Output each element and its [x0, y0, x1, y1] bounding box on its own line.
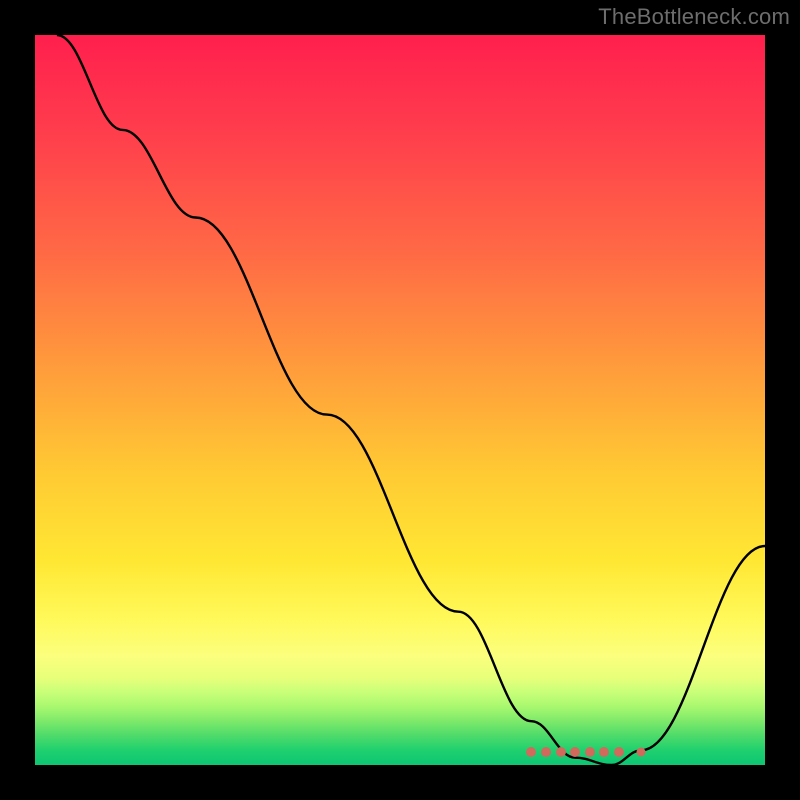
marker-dot: [599, 747, 609, 757]
marker-dot: [585, 747, 595, 757]
marker-dot: [636, 747, 645, 756]
marker-dot: [570, 747, 580, 757]
optimal-cluster: [35, 35, 765, 765]
marker-dot: [614, 747, 624, 757]
attribution-label: TheBottleneck.com: [598, 4, 790, 30]
marker-dot: [526, 747, 536, 757]
marker-dot: [541, 747, 551, 757]
marker-dot: [556, 747, 566, 757]
plot-area: [35, 35, 765, 765]
chart-frame: TheBottleneck.com: [0, 0, 800, 800]
